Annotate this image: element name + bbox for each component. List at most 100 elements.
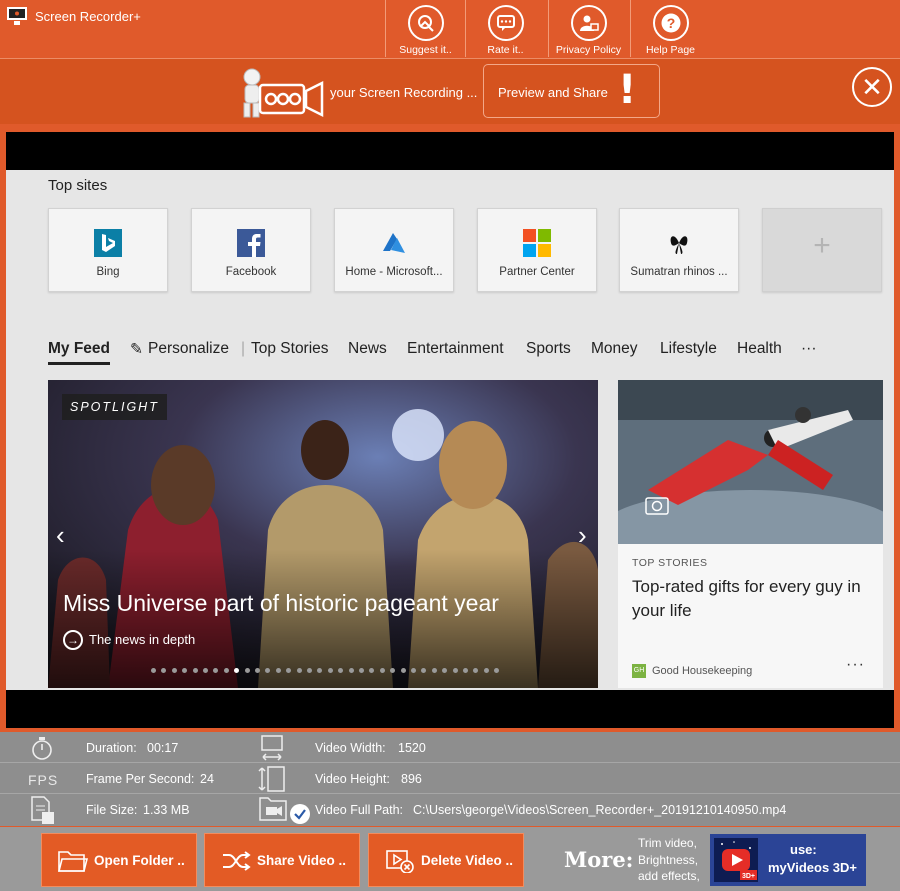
share-video-label: Share Video .. [257, 853, 347, 868]
plus-icon: + [813, 229, 831, 262]
help-icon: ? [652, 5, 689, 41]
video-info-panel: Duration: 00:17 Video Width: 1520 FPS Fr… [0, 732, 900, 826]
folder-icon [58, 851, 88, 872]
suggest-button[interactable]: Suggest it.. [385, 0, 465, 57]
tab-health[interactable]: Health [737, 340, 782, 358]
privacy-policy-label: Privacy Policy [555, 44, 622, 56]
personalize-link[interactable]: Personalize [148, 340, 229, 358]
carousel-dot[interactable] [275, 668, 281, 673]
carousel-dot[interactable] [431, 668, 437, 673]
top-site-facebook[interactable]: Facebook [191, 208, 311, 292]
carousel-dot[interactable] [151, 668, 156, 673]
top-site-name: Home - Microsoft... [345, 266, 443, 278]
carousel-dot[interactable] [379, 668, 385, 673]
height-icon [258, 766, 285, 792]
tab-lifestyle[interactable]: Lifestyle [660, 340, 717, 358]
fps-value: 24 [200, 772, 214, 786]
carousel-dot[interactable] [223, 668, 229, 673]
add-top-site-tile[interactable]: + [762, 208, 882, 292]
nav-more-icon[interactable]: ··· [801, 340, 817, 358]
video-height-value: 896 [401, 772, 422, 786]
carousel-dot[interactable] [171, 668, 177, 673]
close-icon[interactable]: ✕ [852, 67, 892, 107]
shuffle-share-icon [223, 851, 251, 871]
myvideos-3d-promo-button[interactable]: 3D+ use: myVideos 3D+ [710, 834, 866, 886]
info-row: File Size: 1.33 MB Video Full Path: C:\U… [0, 794, 900, 825]
tab-my-feed[interactable]: My Feed [48, 340, 111, 365]
top-site-sumatran-rhinos[interactable]: Sumatran rhinos ... [619, 208, 739, 292]
carousel-dot[interactable] [192, 668, 198, 673]
tab-sports[interactable]: Sports [526, 340, 571, 358]
carousel-next-icon[interactable]: › [578, 520, 587, 551]
carousel-dot[interactable] [348, 668, 354, 673]
news-in-depth-link[interactable]: → The news in depth [63, 630, 195, 650]
card-more-icon[interactable]: ··· [846, 656, 865, 674]
carousel-dot[interactable] [296, 668, 302, 673]
tab-news[interactable]: News [348, 340, 387, 358]
carousel-dot[interactable] [327, 668, 333, 673]
card-kicker: TOP STORIES [632, 557, 708, 569]
more-feature-line: add effects, [638, 869, 700, 883]
app-logo-icon [7, 7, 27, 25]
carousel-dot[interactable] [359, 668, 364, 673]
card-source: GH Good Housekeeping [632, 664, 752, 678]
promo-line2: myVideos 3D+ [768, 860, 858, 875]
more-feature-line: Trim video, [638, 836, 697, 850]
top-site-partner-center[interactable]: Partner Center [477, 208, 597, 292]
app-title: Screen Recorder+ [35, 9, 141, 24]
rate-button[interactable]: Rate it.. [465, 0, 545, 57]
video-height-label: Video Height: [315, 772, 390, 786]
more-label: More: [564, 847, 634, 872]
video-path-value[interactable]: C:\Users\george\Videos\Screen_Recorder+_… [413, 803, 786, 817]
news-card[interactable]: TOP STORIES Top-rated gifts for every gu… [618, 380, 883, 688]
preview-and-share-button[interactable]: Preview and Share ! [483, 64, 660, 118]
privacy-user-icon [570, 5, 607, 41]
help-page-label: Help Page [645, 44, 696, 56]
tab-entertainment[interactable]: Entertainment [407, 340, 504, 358]
info-row: FPS Frame Per Second: 24 Video Height: 8… [0, 763, 900, 794]
top-sites-label: Top sites [48, 177, 108, 194]
hero-carousel[interactable]: SPOTLIGHT Miss Universe part of historic… [48, 380, 598, 688]
suggest-label: Suggest it.. [399, 44, 452, 56]
top-site-microsoft-home[interactable]: Home - Microsoft... [334, 208, 454, 292]
myvideos-logo-icon: 3D+ [714, 838, 758, 882]
carousel-dot[interactable] [255, 668, 260, 673]
delete-video-icon [386, 850, 414, 873]
screen-recorder-window: Screen Recorder+ Suggest it.. Rate it.. … [0, 0, 900, 891]
carousel-dot[interactable] [203, 668, 208, 673]
promo-badge-text: 3D+ [742, 873, 755, 880]
hero-headline[interactable]: Miss Universe part of historic pageant y… [63, 590, 499, 617]
card-photo [618, 380, 883, 544]
delete-video-label: Delete Video .. [421, 853, 514, 868]
card-headline[interactable]: Top-rated gifts for every guy in your li… [632, 575, 872, 623]
open-folder-button[interactable]: Open Folder .. [41, 833, 197, 887]
tab-top-stories[interactable]: Top Stories [251, 340, 329, 358]
carousel-dot[interactable] [483, 668, 489, 673]
help-page-button[interactable]: ? Help Page [630, 0, 710, 57]
pencil-icon: ✎ [130, 341, 143, 358]
svg-text:?: ? [666, 15, 675, 31]
news-in-depth-label: The news in depth [89, 632, 196, 647]
top-site-name: Sumatran rhinos ... [630, 266, 728, 278]
carousel-dot[interactable] [400, 668, 406, 673]
tab-money[interactable]: Money [591, 340, 638, 358]
carousel-dot[interactable] [244, 668, 250, 673]
title-bar: Screen Recorder+ Suggest it.. Rate it.. … [0, 0, 900, 57]
delete-video-button[interactable]: Delete Video .. [368, 833, 524, 887]
recording-status: your Screen Recording ... [330, 85, 478, 100]
rate-label: Rate it.. [487, 44, 524, 56]
top-site-name: Partner Center [499, 266, 575, 278]
file-size-label: File Size: [86, 803, 138, 817]
carousel-dot[interactable] [411, 668, 416, 673]
carousel-prev-icon[interactable]: ‹ [56, 520, 65, 551]
azure-icon [383, 233, 405, 253]
promo-line1: use: [790, 842, 817, 857]
carousel-dot[interactable] [463, 668, 468, 673]
alert-icon: ! [618, 67, 637, 113]
top-site-bing[interactable]: Bing [48, 208, 168, 292]
carousel-dot[interactable] [307, 668, 312, 673]
share-video-button[interactable]: Share Video .. [204, 833, 360, 887]
privacy-policy-button[interactable]: Privacy Policy [548, 0, 628, 57]
carousel-dot[interactable] [452, 668, 458, 673]
width-icon [261, 735, 283, 761]
